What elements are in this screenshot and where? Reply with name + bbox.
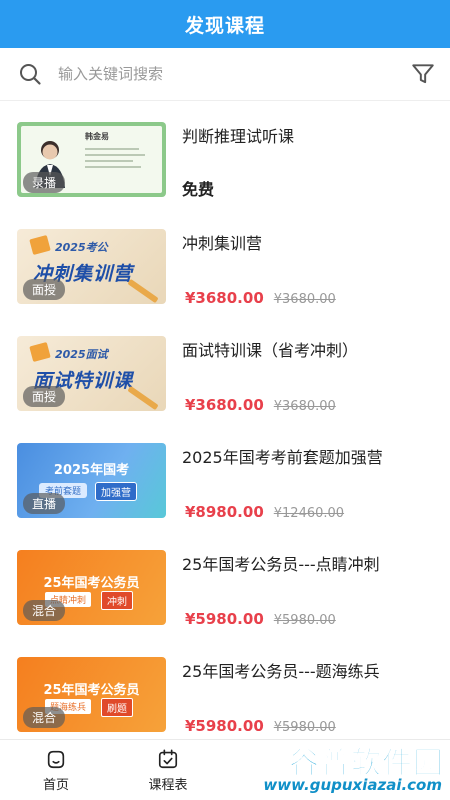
thumb-main-text: 25年国考公务员 bbox=[43, 683, 140, 698]
course-thumbnail[interactable]: 2025面试 面试特训课 面授 bbox=[17, 336, 166, 411]
tab-label: 课程表 bbox=[148, 777, 188, 793]
course-thumbnail[interactable]: 2025年国考 考前套题 加强营 直播 bbox=[17, 443, 166, 518]
book-icon bbox=[29, 341, 51, 363]
search-icon[interactable] bbox=[18, 62, 42, 86]
course-item[interactable]: 2025考公 冲刺集训营 面授 冲刺集训营 ¥3680.00 ¥3680.00 bbox=[0, 208, 450, 315]
thumb-tag-highlight: 冲刺 bbox=[101, 591, 133, 610]
watermark-logo: 谷普软件园 www.gupuxiazai.com bbox=[246, 738, 446, 795]
thumb-main-text: 2025年国考 bbox=[53, 463, 130, 478]
course-thumbnail[interactable]: 25年国考公务员 题海练兵 刷题 混合 bbox=[17, 657, 166, 732]
current-price: ¥3680.00 bbox=[185, 396, 264, 414]
course-title[interactable]: 冲刺集训营 bbox=[182, 230, 336, 254]
calendar-icon bbox=[158, 748, 178, 768]
search-input[interactable] bbox=[58, 65, 410, 83]
original-price: ¥12460.00 bbox=[273, 506, 345, 521]
tab-label: 首页 bbox=[42, 777, 69, 793]
pencil-icon bbox=[127, 278, 159, 304]
course-type-badge: 录播 bbox=[23, 172, 66, 193]
tab-home[interactable]: 首页 bbox=[0, 740, 112, 800]
course-item[interactable]: 2025年国考 考前套题 加强营 直播 2025年国考考前套题加强营 ¥8980… bbox=[0, 422, 450, 529]
pencil-icon bbox=[127, 385, 159, 411]
original-price: ¥3680.00 bbox=[273, 292, 336, 307]
thumb-tag-highlight: 刷题 bbox=[101, 698, 133, 717]
original-price: ¥5980.00 bbox=[273, 720, 336, 735]
original-price: ¥3680.00 bbox=[273, 399, 336, 414]
course-type-badge: 面授 bbox=[23, 279, 66, 300]
course-item[interactable]: 25年国考公务员 题海练兵 刷题 混合 25年国考公务员---题海练兵 ¥598… bbox=[0, 636, 450, 739]
course-type-badge: 面授 bbox=[23, 386, 66, 407]
course-thumbnail[interactable]: 韩金易 录播 bbox=[17, 122, 166, 197]
app-header: 发现课程 bbox=[0, 0, 450, 48]
thumb-year-text: 2025考公 bbox=[55, 241, 108, 254]
filter-icon[interactable] bbox=[410, 61, 436, 87]
home-icon bbox=[47, 750, 65, 768]
current-price: ¥5980.00 bbox=[185, 717, 264, 735]
course-type-badge: 直播 bbox=[23, 493, 66, 514]
course-title[interactable]: 25年国考公务员---题海练兵 bbox=[182, 658, 380, 682]
course-title[interactable]: 25年国考公务员---点睛冲刺 bbox=[182, 551, 380, 575]
watermark-url: www.gupuxiazai.com bbox=[263, 776, 442, 794]
page-title: 发现课程 bbox=[184, 14, 265, 37]
thumb-main-text: 25年国考公务员 bbox=[43, 576, 140, 591]
thumb-year-text: 2025面试 bbox=[55, 348, 108, 361]
book-icon bbox=[29, 234, 51, 256]
course-item[interactable]: 2025面试 面试特训课 面授 面试特训课（省考冲刺） ¥3680.00 ¥36… bbox=[0, 315, 450, 422]
course-list: 韩金易 录播 判断推理试听课 免费 2025考公 冲刺集训营 面授 冲刺集训营 … bbox=[0, 101, 450, 739]
course-title[interactable]: 2025年国考考前套题加强营 bbox=[182, 444, 383, 468]
tab-schedule[interactable]: 课程表 bbox=[112, 740, 224, 800]
current-price: ¥3680.00 bbox=[185, 289, 264, 307]
course-title[interactable]: 判断推理试听课 bbox=[182, 123, 294, 147]
search-bar bbox=[0, 48, 450, 100]
course-type-badge: 混合 bbox=[23, 600, 66, 621]
course-item[interactable]: 韩金易 录播 判断推理试听课 免费 bbox=[0, 101, 450, 208]
thumb-tag-highlight: 加强营 bbox=[95, 482, 137, 501]
course-item[interactable]: 25年国考公务员 点睛冲刺 冲刺 混合 25年国考公务员---点睛冲刺 ¥598… bbox=[0, 529, 450, 636]
current-price: ¥8980.00 bbox=[185, 503, 264, 521]
free-label: 免费 bbox=[182, 180, 215, 199]
course-thumbnail[interactable]: 25年国考公务员 点睛冲刺 冲刺 混合 bbox=[17, 550, 166, 625]
course-type-badge: 混合 bbox=[23, 707, 66, 728]
course-thumbnail[interactable]: 2025考公 冲刺集训营 面授 bbox=[17, 229, 166, 304]
original-price: ¥5980.00 bbox=[273, 613, 336, 628]
teacher-name: 韩金易 bbox=[85, 132, 109, 141]
course-title[interactable]: 面试特训课（省考冲刺） bbox=[182, 337, 358, 361]
current-price: ¥5980.00 bbox=[185, 610, 264, 628]
